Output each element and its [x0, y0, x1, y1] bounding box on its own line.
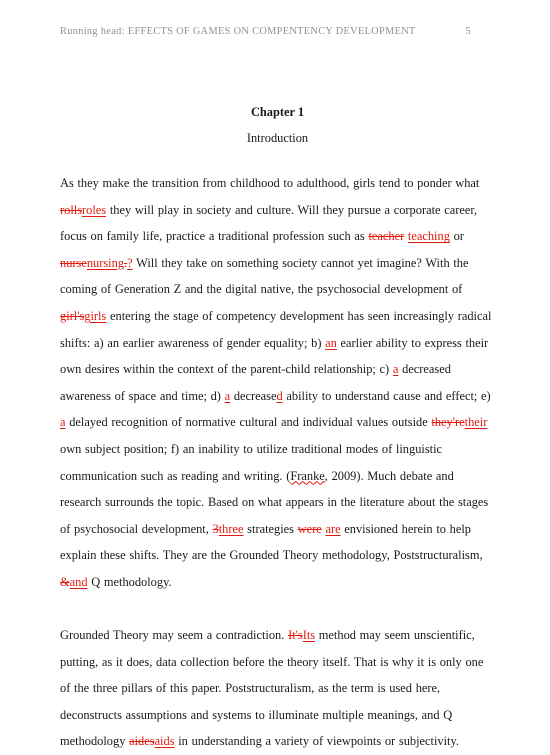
text-run: Grounded Theory may seem a contradiction… [60, 628, 289, 643]
misspelled-word: Franke [290, 468, 325, 483]
deleted-text: It's [288, 628, 303, 643]
page-number: 5 [465, 26, 471, 37]
document-body: As they make the transition from childho… [60, 170, 497, 755]
deleted-text: nurse [60, 255, 87, 270]
deleted-text: girl's [60, 308, 85, 323]
inserted-text: are [325, 521, 341, 536]
inserted-text: Its [302, 628, 316, 643]
inserted-text: aids [154, 734, 175, 749]
document-page: Running head: EFFECTS OF GAMES ON COMPEN… [0, 0, 550, 748]
deleted-text: were [297, 521, 322, 536]
deleted-text: rolls [60, 202, 83, 217]
text-run: strategies [243, 521, 298, 536]
paragraph-1: As they make the transition from childho… [60, 170, 497, 596]
text-run: method may seem unscientific, putting, a… [60, 628, 484, 749]
text-run: or [449, 229, 464, 244]
text-run: ability to understand cause and effect; … [282, 388, 491, 403]
inserted-text: girls [84, 308, 107, 323]
inserted-text: roles [82, 202, 107, 217]
text-run: in understanding a variety of viewpoints… [174, 734, 459, 749]
running-head-text: Running head: EFFECTS OF GAMES ON COMPEN… [60, 26, 416, 37]
deleted-text: & [60, 574, 70, 589]
paragraph-2: Grounded Theory may seem a contradiction… [60, 622, 497, 755]
inserted-text: teaching [407, 229, 450, 244]
deleted-text: teacher [368, 229, 405, 244]
inserted-text: their [464, 415, 488, 430]
inserted-text: and [69, 574, 88, 589]
inserted-text: three [218, 521, 244, 536]
deleted-text: aides [129, 734, 155, 749]
text-run: Q methodology. [87, 574, 172, 589]
inserted-text: nursing [86, 255, 125, 270]
chapter-heading: Chapter 1 [250, 105, 305, 119]
section-heading: Introduction [246, 131, 309, 145]
text-run: As they make the transition from childho… [60, 176, 480, 190]
text-run: decrease [230, 388, 277, 403]
text-run: delayed recognition of normative cultura… [65, 415, 432, 430]
running-header: Running head: EFFECTS OF GAMES ON COMPEN… [60, 26, 495, 37]
inserted-text: an [325, 335, 337, 350]
deleted-text: they're [431, 415, 465, 430]
